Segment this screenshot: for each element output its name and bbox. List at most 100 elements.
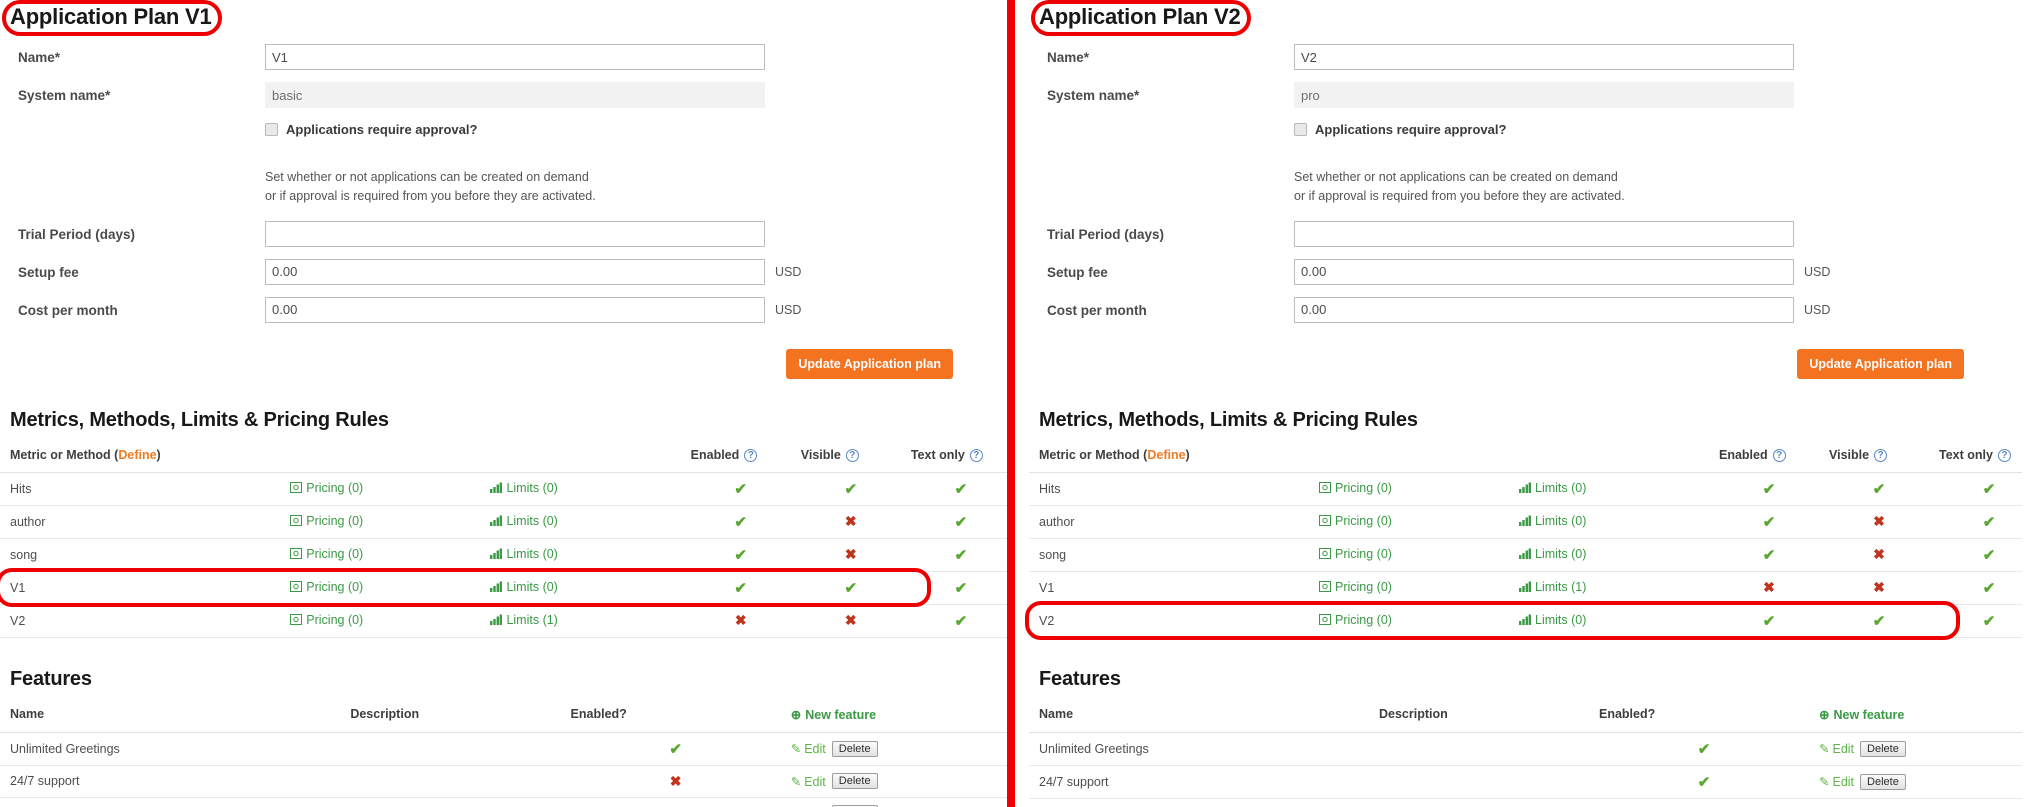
new-feature-button[interactable]: ⊕ New feature xyxy=(1819,708,1904,722)
trial-period-input[interactable] xyxy=(265,220,765,247)
trial-period-label: Trial Period (days) xyxy=(18,226,136,242)
list-item: Unlimited Greetings ✔ ✎ Edit Delete xyxy=(0,732,1011,766)
feature-actions-cell: ✎Edit Delete xyxy=(780,732,1011,766)
setup-fee-unit: USD xyxy=(775,264,802,279)
cost-per-month-input[interactable] xyxy=(265,296,765,323)
list-item: Unlimited calls ✔✎EditDelete xyxy=(1029,798,2022,807)
col-feature-name: Name xyxy=(0,700,341,733)
approval-checkbox-row[interactable]: Applications require approval? xyxy=(265,120,477,137)
approval-help-line-2: or if approval is required from you befo… xyxy=(1294,189,1625,204)
col-enabled: Enabled? xyxy=(1709,441,1819,473)
limits-link[interactable]: Limits (1) xyxy=(1535,580,1586,594)
limits-bar-chart-icon xyxy=(1519,482,1531,496)
pricing-link[interactable]: Pricing (0) xyxy=(306,481,363,495)
delete-feature-button[interactable]: Delete xyxy=(1860,740,1906,757)
edit-feature-button[interactable]: ✎Edit xyxy=(791,774,826,789)
pricing-link[interactable]: Pricing (0) xyxy=(306,547,363,561)
setup-fee-input[interactable] xyxy=(1294,258,1794,285)
features-heading: Features xyxy=(10,667,92,690)
edit-feature-button[interactable]: ✎Edit xyxy=(1819,741,1854,756)
text-only-status: ✔ xyxy=(1929,505,2022,539)
tick-icon: ✔ xyxy=(1982,579,1996,597)
feature-enabled-status: ✔ xyxy=(560,732,781,766)
form-field: USD xyxy=(1294,296,2022,323)
pricing-link[interactable]: Pricing (0) xyxy=(1335,514,1392,528)
limits-link[interactable]: Limits (0) xyxy=(506,481,557,495)
list-item: 24/7 support ✖ ✎ Edit Delete xyxy=(0,765,1011,798)
setup-fee-field-wrap: USD xyxy=(265,258,802,285)
approval-help-text: Set whether or not applications can be c… xyxy=(265,158,596,207)
cross-icon: ✖ xyxy=(844,513,857,530)
limits-cell: Limits (0) xyxy=(480,472,681,506)
limits-bar-chart-icon xyxy=(490,614,503,628)
pricing-link[interactable]: Pricing (0) xyxy=(1335,547,1392,561)
pricing-icon xyxy=(1319,482,1331,496)
limits-link[interactable]: Limits (0) xyxy=(1535,514,1586,528)
feature-action-group: ✎Edit Delete xyxy=(1819,773,2022,790)
limits-link[interactable]: Limits (0) xyxy=(506,547,557,561)
name-input[interactable] xyxy=(1294,44,1794,70)
panel-divider xyxy=(1007,0,1015,807)
feature-name: Unlimited Greetings xyxy=(1039,741,1149,756)
define-link[interactable]: Define xyxy=(1147,448,1185,462)
pricing-link[interactable]: Pricing (0) xyxy=(306,514,363,528)
pricing-link[interactable]: Pricing (0) xyxy=(306,580,363,594)
update-application-plan-button[interactable]: Update Application plan xyxy=(1797,348,1964,379)
table-row: author Pricing (0) Limits (0) ✔ ✖ ✔ xyxy=(1029,505,2022,539)
delete-feature-button[interactable]: Delete xyxy=(831,740,878,757)
tick-icon: ✔ xyxy=(1982,612,1996,630)
edit-feature-button[interactable]: ✎Edit xyxy=(1819,774,1854,789)
limits-link[interactable]: Limits (1) xyxy=(506,613,557,627)
limits-link[interactable]: Limits (0) xyxy=(1535,481,1586,495)
enabled-help-icon[interactable]: ? xyxy=(1772,448,1786,462)
text-only-help-icon[interactable]: ? xyxy=(969,448,983,462)
limits-cell: Limits (0) xyxy=(1509,472,1709,506)
approval-checkbox-row[interactable]: Applications require approval? xyxy=(1294,120,1506,137)
edit-feature-button[interactable]: ✎Edit xyxy=(791,741,826,756)
form-field xyxy=(265,82,1011,108)
limits-link[interactable]: Limits (0) xyxy=(1535,613,1586,627)
cross-icon: ✖ xyxy=(669,772,682,789)
approval-row: Applications require approval? xyxy=(1029,120,2022,158)
enabled-status: ✔ xyxy=(680,538,791,572)
system-name-input[interactable] xyxy=(265,82,765,108)
name-input[interactable] xyxy=(265,44,765,70)
col-pricing xyxy=(280,441,481,473)
feature-actions-cell: ✎Edit Delete xyxy=(1809,765,2022,799)
pricing-icon xyxy=(290,482,303,496)
approval-checkbox[interactable] xyxy=(265,123,278,136)
pricing-link[interactable]: Pricing (0) xyxy=(1335,613,1392,627)
feature-name: Unlimited Greetings xyxy=(10,741,120,756)
enabled-help-icon[interactable]: ? xyxy=(744,448,758,462)
features-header-row: Name Description Enabled? ⊕ New feature xyxy=(0,700,1011,733)
pricing-link[interactable]: Pricing (0) xyxy=(306,613,363,627)
delete-feature-button[interactable]: Delete xyxy=(1860,773,1906,790)
approval-spacer xyxy=(0,120,265,126)
text-only-help-icon[interactable]: ? xyxy=(1997,448,2011,462)
define-link[interactable]: Define xyxy=(118,448,156,462)
tick-icon: ✔ xyxy=(1872,612,1886,630)
metric-header-prefix: Metric or Method ( xyxy=(10,447,119,462)
limits-link[interactable]: Limits (0) xyxy=(506,580,557,594)
pencil-icon: ✎ xyxy=(1819,775,1830,790)
visible-help-icon[interactable]: ? xyxy=(1874,448,1888,462)
visible-status: ✖ xyxy=(790,604,901,638)
cost-per-month-input[interactable] xyxy=(1294,296,1794,323)
limits-link[interactable]: Limits (0) xyxy=(506,514,557,528)
new-feature-button[interactable]: ⊕ New feature xyxy=(791,708,876,722)
feature-description-cell xyxy=(340,765,561,798)
pricing-link[interactable]: Pricing (0) xyxy=(1335,580,1392,594)
delete-feature-button[interactable]: Delete xyxy=(831,773,878,790)
feature-action-group: ✎Edit Delete xyxy=(791,740,1011,757)
setup-fee-input[interactable] xyxy=(265,258,765,285)
approval-checkbox[interactable] xyxy=(1294,123,1307,136)
visible-help-icon[interactable]: ? xyxy=(845,448,859,462)
limits-link[interactable]: Limits (0) xyxy=(1535,547,1586,561)
metric-name-cell: V1 xyxy=(1029,571,1309,605)
system-name-input[interactable] xyxy=(1294,82,1794,108)
update-application-plan-button[interactable]: Update Application plan xyxy=(786,348,953,379)
col-feature-actions: ⊕ New feature xyxy=(780,700,1011,733)
metrics-header-row: Metric or Method (Define) Enabled? Visible… xyxy=(0,441,1011,473)
trial-period-input[interactable] xyxy=(1294,220,1794,247)
pricing-link[interactable]: Pricing (0) xyxy=(1335,481,1392,495)
